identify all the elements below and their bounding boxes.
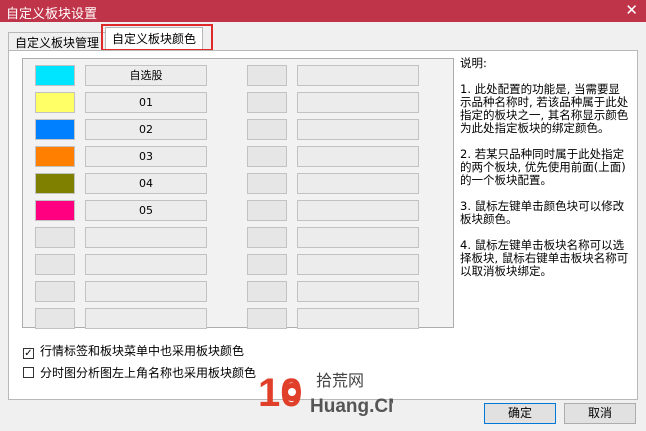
checkbox-quote-tags[interactable]: ✓ xyxy=(23,348,34,359)
left-color-swatch-1[interactable] xyxy=(35,65,75,86)
explanation-text: 说明: 1. 此处配置的功能是, 当需要显示品种名称时, 若该品种属于此处指定的… xyxy=(460,57,630,291)
left-color-swatch-7[interactable] xyxy=(35,227,75,248)
option-quote-tags-label: 行情标签和板块菜单中也采用板块颜色 xyxy=(40,344,245,358)
right-color-swatch-9[interactable] xyxy=(247,281,287,302)
left-color-swatch-10[interactable] xyxy=(35,308,75,329)
left-block-name-6[interactable]: 05 xyxy=(85,200,207,221)
right-color-swatch-8[interactable] xyxy=(247,254,287,275)
left-block-name-8[interactable] xyxy=(85,254,207,275)
right-block-name-7[interactable] xyxy=(297,227,419,248)
left-block-name-10[interactable] xyxy=(85,308,207,329)
left-color-swatch-2[interactable] xyxy=(35,92,75,113)
left-color-swatch-5[interactable] xyxy=(35,173,75,194)
left-color-swatch-6[interactable] xyxy=(35,200,75,221)
option-intraday-name[interactable]: 分时图分析图左上角名称也采用板块颜色 xyxy=(23,364,256,382)
left-block-name-4[interactable]: 03 xyxy=(85,146,207,167)
tab-block-management[interactable]: 自定义板块管理 xyxy=(8,32,107,51)
ok-button[interactable]: 确定 xyxy=(484,403,556,424)
right-block-name-3[interactable] xyxy=(297,119,419,140)
left-color-swatch-3[interactable] xyxy=(35,119,75,140)
right-block-name-8[interactable] xyxy=(297,254,419,275)
left-block-name-7[interactable] xyxy=(85,227,207,248)
watermark-gear-hole xyxy=(288,388,296,396)
left-color-swatch-8[interactable] xyxy=(35,254,75,275)
left-color-swatch-9[interactable] xyxy=(35,281,75,302)
right-block-name-9[interactable] xyxy=(297,281,419,302)
tab-panel: 自选股 01 02 03 04 05 说明: 1. 此处配置的功能是, 当需要显示品种名称… xyxy=(8,50,638,400)
close-icon[interactable]: ✕ xyxy=(625,1,638,19)
watermark-brand: 拾荒网 xyxy=(316,371,364,390)
checkbox-intraday-name[interactable] xyxy=(23,367,34,378)
title-bar: 自定义板块设置 ✕ xyxy=(0,0,646,22)
tab-block-colors[interactable]: 自定义板块颜色 xyxy=(105,27,204,51)
right-color-swatch-3[interactable] xyxy=(247,119,287,140)
left-block-name-2[interactable]: 01 xyxy=(85,92,207,113)
block-color-grid: 自选股 01 02 03 04 05 xyxy=(22,58,454,329)
left-block-name-5[interactable]: 04 xyxy=(85,173,207,194)
watermark-site: Huang.CN xyxy=(310,396,393,417)
explanation-paragraph-2: 2. 若某只品种同时属于此处指定的两个板块, 优先使用前面(上面)的一个板块配置… xyxy=(460,147,626,187)
right-block-name-1[interactable] xyxy=(297,65,419,86)
right-color-swatch-6[interactable] xyxy=(247,200,287,221)
right-color-swatch-4[interactable] xyxy=(247,146,287,167)
right-block-name-10[interactable] xyxy=(297,308,419,329)
right-color-swatch-2[interactable] xyxy=(247,92,287,113)
left-block-name-1[interactable]: 自选股 xyxy=(85,65,207,86)
explanation-paragraph-4: 4. 鼠标左键单击板块名称可以选择板块, 鼠标右键单击板块名称可以取消板块绑定。 xyxy=(460,238,629,278)
explanation-paragraph-3: 3. 鼠标左键单击颜色块可以修改板块颜色。 xyxy=(460,199,625,226)
settings-dialog: 自定义板块设置 ✕ 自定义板块管理 自定义板块颜色 自选股 01 02 03 04 05 … xyxy=(0,0,646,431)
right-block-name-5[interactable] xyxy=(297,173,419,194)
explanation-heading: 说明: xyxy=(460,56,487,70)
option-intraday-name-label: 分时图分析图左上角名称也采用板块颜色 xyxy=(40,366,257,380)
window-title: 自定义板块设置 xyxy=(6,7,98,22)
left-color-swatch-4[interactable] xyxy=(35,146,75,167)
watermark-logo: 10 拾荒网 Huang.CN xyxy=(258,371,393,417)
right-block-name-6[interactable] xyxy=(297,200,419,221)
right-block-name-2[interactable] xyxy=(297,92,419,113)
right-color-swatch-1[interactable] xyxy=(247,65,287,86)
left-block-name-3[interactable]: 02 xyxy=(85,119,207,140)
option-quote-tags[interactable]: ✓ 行情标签和板块菜单中也采用板块颜色 xyxy=(23,342,244,360)
right-color-swatch-10[interactable] xyxy=(247,308,287,329)
explanation-paragraph-1: 1. 此处配置的功能是, 当需要显示品种名称时, 若该品种属于此处指定的板块之一… xyxy=(460,82,629,135)
left-block-name-9[interactable] xyxy=(85,281,207,302)
right-block-name-4[interactable] xyxy=(297,146,419,167)
right-color-swatch-7[interactable] xyxy=(247,227,287,248)
cancel-button[interactable]: 取消 xyxy=(564,403,636,424)
right-color-swatch-5[interactable] xyxy=(247,173,287,194)
